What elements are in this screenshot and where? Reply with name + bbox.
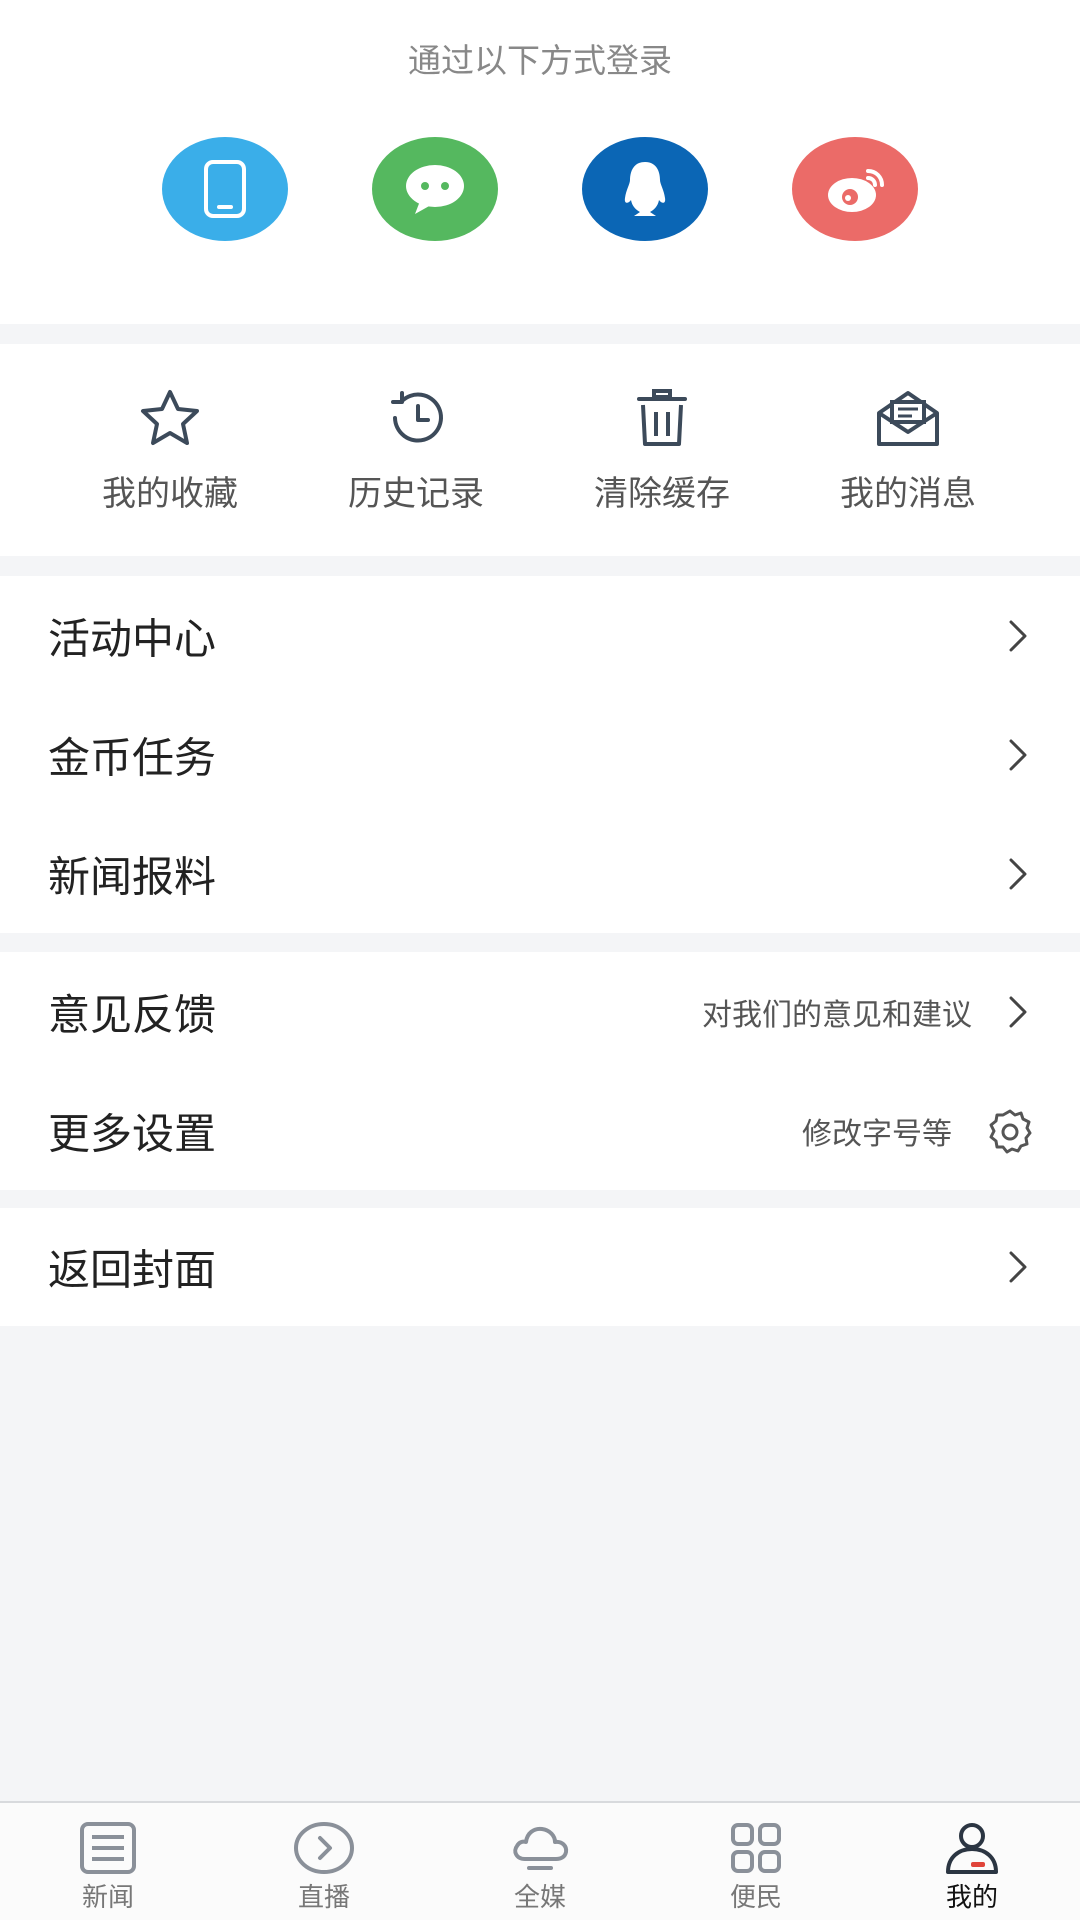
quick-actions: 我的收藏 历史记录 清除缓存 我的消息 [0, 344, 1080, 556]
tab-news[interactable]: 新闻 [0, 1803, 216, 1920]
history-icon [391, 391, 443, 443]
weibo-login-button[interactable] [792, 137, 918, 241]
menu-group-primary: 活动中心 金币任务 新闻报料 [0, 576, 1080, 933]
menu-item-label: 更多设置 [48, 1109, 217, 1158]
clear-cache-button[interactable]: 清除缓存 [552, 388, 772, 518]
cloud-icon [513, 1826, 569, 1870]
menu-item-back-to-cover[interactable]: 返回封面 [0, 1208, 1080, 1326]
chevron-right-icon [1009, 1251, 1027, 1283]
grid-icon [731, 1823, 781, 1873]
trash-icon [637, 389, 687, 446]
gear-icon [989, 1109, 1032, 1153]
menu-item-coin-tasks[interactable]: 金币任务 [0, 695, 1080, 814]
login-title: 通过以下方式登录 [408, 41, 672, 80]
star-icon [141, 390, 199, 445]
qq-icon [624, 162, 666, 216]
menu-item-label: 新闻报料 [48, 852, 217, 901]
feedback-hint: 对我们的意见和建议 [702, 997, 972, 1033]
menu-group-settings: 意见反馈 对我们的意见和建议 更多设置 修改字号等 [0, 952, 1080, 1190]
history-button[interactable]: 历史记录 [306, 388, 526, 518]
phone-icon [204, 160, 246, 218]
phone-login-button[interactable] [162, 137, 288, 241]
tab-label: 直播 [297, 1883, 350, 1913]
qq-login-button[interactable] [582, 137, 708, 241]
tab-label: 便民 [729, 1883, 782, 1913]
tab-services[interactable]: 便民 [648, 1803, 864, 1920]
wechat-login-button[interactable] [372, 137, 498, 241]
chevron-right-icon [1009, 858, 1027, 889]
news-icon [80, 1822, 136, 1874]
menu-item-more-settings[interactable]: 更多设置 修改字号等 [0, 1071, 1080, 1190]
tab-all-media[interactable]: 全媒 [432, 1803, 648, 1920]
clear-cache-label: 清除缓存 [594, 474, 730, 514]
wechat-icon [406, 165, 464, 214]
tab-label: 我的 [945, 1883, 998, 1913]
menu-group-cover: 返回封面 [0, 1208, 1080, 1326]
menu-item-label: 意见反馈 [48, 990, 217, 1039]
menu-item-label: 返回封面 [48, 1245, 217, 1295]
tab-label: 新闻 [81, 1883, 134, 1913]
history-label: 历史记录 [348, 474, 484, 514]
bottom-tab-bar: 新闻 直播 全媒 便民 我的 [0, 1801, 1080, 1920]
chevron-right-icon [1009, 996, 1027, 1027]
more-settings-hint: 修改字号等 [802, 1116, 952, 1152]
messages-label: 我的消息 [840, 474, 976, 514]
messages-button[interactable]: 我的消息 [798, 388, 1018, 518]
favorites-label: 我的收藏 [102, 474, 238, 514]
menu-item-label: 活动中心 [48, 614, 217, 663]
profile-icon [946, 1823, 998, 1874]
menu-item-activity-center[interactable]: 活动中心 [0, 576, 1080, 695]
menu-item-news-tipoff[interactable]: 新闻报料 [0, 814, 1080, 933]
mail-icon [877, 391, 939, 446]
menu-item-feedback[interactable]: 意见反馈 对我们的意见和建议 [0, 952, 1080, 1071]
menu-item-label: 金币任务 [48, 733, 217, 782]
weibo-icon [828, 169, 884, 212]
favorites-button[interactable]: 我的收藏 [60, 388, 280, 518]
chevron-right-icon [1009, 739, 1027, 770]
login-section: 通过以下方式登录 [0, 0, 1080, 324]
tab-mine[interactable]: 我的 [864, 1803, 1080, 1920]
tab-live[interactable]: 直播 [216, 1803, 432, 1920]
live-icon [294, 1822, 354, 1874]
chevron-right-icon [1009, 620, 1027, 651]
tab-label: 全媒 [513, 1883, 566, 1913]
